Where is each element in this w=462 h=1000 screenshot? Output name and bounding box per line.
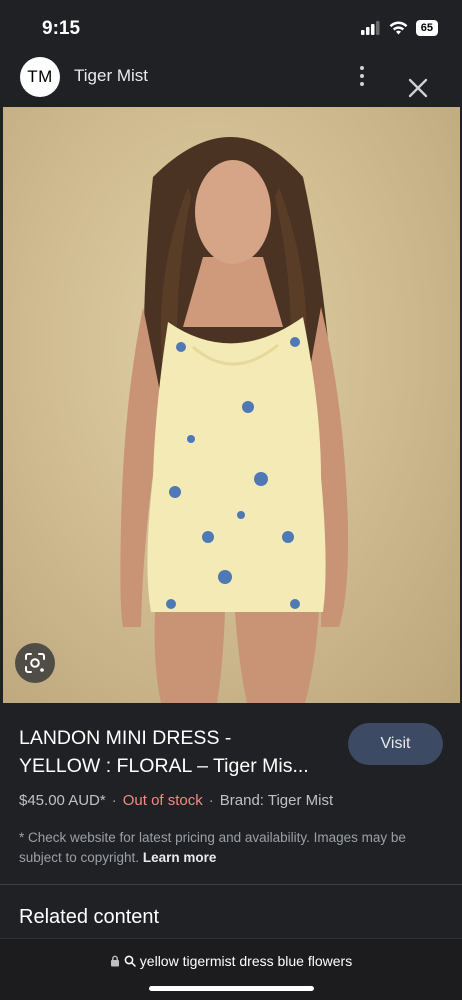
url-text[interactable]: yellow tigermist dress blue flowers [140,953,352,969]
status-icons: 65 [360,20,438,36]
url-bar[interactable]: yellow tigermist dress blue flowers [0,953,462,969]
product-image[interactable] [3,107,460,703]
wifi-icon [389,21,408,35]
lock-icon [110,955,119,967]
disclaimer: * Check website for latest pricing and a… [19,828,439,868]
learn-more-link[interactable]: Learn more [143,850,217,865]
separator-dot: · [111,792,117,809]
product-brand: Brand: Tiger Mist [219,792,334,809]
browser-bar: yellow tigermist dress blue flowers [0,938,462,1000]
close-icon[interactable] [404,74,432,102]
divider [0,884,462,885]
search-icon [124,955,136,967]
site-avatar[interactable]: TM [20,57,60,97]
product-price: $45.00 AUD* [19,792,106,809]
status-time: 9:15 [42,18,81,39]
product-photo [120,137,349,703]
related-content-heading: Related content [19,906,160,928]
separator-dot: · [208,792,214,809]
home-indicator[interactable] [149,986,314,991]
visit-button[interactable]: Visit [348,723,443,765]
battery-icon: 65 [415,20,438,36]
signal-icon [360,21,380,35]
product-meta: $45.00 AUD* · Out of stock · Brand: Tiger Mi… [19,792,333,809]
more-vert-icon[interactable] [352,62,372,90]
stock-status: Out of stock [122,792,203,809]
status-bar: 9:15 65 [0,0,462,50]
product-title[interactable]: LANDON MINI DRESS - YELLOW : FLORAL – Ti… [19,724,339,780]
result-header: TM Tiger Mist [0,50,462,106]
google-lens-icon[interactable] [15,643,55,683]
site-name[interactable]: Tiger Mist [74,66,148,86]
